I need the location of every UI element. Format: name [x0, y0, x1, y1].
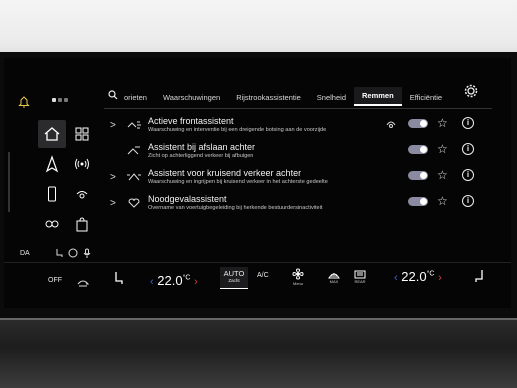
tab-waarschuwingen[interactable]: Waarschuwingen [155, 93, 228, 106]
row-subtitle: Overname van voertuigbegeleiding bij her… [148, 205, 323, 211]
seat-icon [54, 248, 64, 260]
tab-bar: orieten Waarschuwingen Rijstrookassisten… [104, 86, 486, 106]
language-indicator: DA [20, 250, 30, 257]
rail-divider [8, 152, 10, 212]
vehicle-button[interactable] [68, 180, 96, 208]
list-item[interactable]: Assistent bij afslaan achter Zicht op ac… [104, 141, 492, 166]
row-subtitle: Zicht op achterliggend verkeer bij afbui… [148, 153, 254, 159]
star-icon[interactable]: ☆ [437, 194, 448, 208]
row-title: Assistent bij afslaan achter [148, 142, 256, 152]
tab-snelheid[interactable]: Snelheid [309, 93, 354, 106]
navigation-arrow-icon [45, 155, 59, 173]
max-label[interactable]: MAX [324, 279, 344, 284]
grid-icon [75, 127, 89, 141]
emergency-assist-icon [128, 198, 140, 208]
auto-active-bar [220, 287, 248, 289]
info-icon[interactable]: i [462, 117, 474, 129]
row-title: Noodgevalassistent [148, 194, 227, 204]
enable-toggle[interactable] [408, 197, 428, 206]
seat-heating-right-icon[interactable] [474, 269, 486, 288]
navigation-button[interactable] [38, 150, 66, 178]
enable-toggle[interactable] [408, 119, 428, 128]
enable-toggle[interactable] [408, 145, 428, 154]
temp-up-left[interactable]: › [194, 276, 198, 288]
temp-unit-right: °C [426, 270, 435, 278]
chevron-right-icon[interactable]: > [110, 198, 116, 209]
auto-sub-label: Zacht [228, 278, 240, 283]
page-dots [52, 98, 68, 102]
climate-off-button[interactable]: OFF [48, 277, 62, 284]
radio-button[interactable] [68, 150, 96, 178]
gear-icon[interactable] [464, 84, 478, 98]
tab-orieten[interactable]: orieten [122, 93, 155, 106]
home-icon [44, 127, 60, 141]
apps-button[interactable] [68, 120, 96, 148]
dashboard-trim [0, 320, 517, 388]
right-temperature[interactable]: ‹ 22.0°C › [394, 269, 442, 284]
temp-down-left[interactable]: ‹ [150, 276, 154, 288]
tab-remmen[interactable]: Remmen [354, 87, 402, 106]
temp-down-right[interactable]: ‹ [394, 272, 398, 284]
row-title: Assistent voor kruisend verkeer achter [148, 168, 302, 178]
list-item[interactable]: > Noodgevalassistent Overname van voertu… [104, 193, 492, 218]
media-icon [45, 220, 59, 228]
row-subtitle: Waarschuwing en ingrijpen bij kruisend v… [148, 179, 328, 185]
row-subtitle: Waarschuwing en interventie bij een drei… [148, 127, 327, 133]
chevron-right-icon[interactable]: > [110, 120, 116, 131]
tab-rijstrookassistentie[interactable]: Rijstrookassistentie [228, 93, 309, 106]
phone-button[interactable] [38, 180, 66, 208]
star-icon[interactable]: ☆ [437, 116, 448, 130]
notification-icon[interactable] [18, 95, 30, 108]
infotainment-screen: orieten Waarschuwingen Rijstrookassisten… [4, 58, 511, 308]
steering-icon [68, 248, 78, 260]
menu-label[interactable]: Menu [288, 281, 308, 286]
front-assist-icon [127, 121, 141, 129]
auto-label: AUTO [223, 269, 245, 278]
microphone-icon[interactable] [82, 248, 92, 260]
info-icon[interactable]: i [462, 169, 474, 181]
climate-bar: OFF ‹ 22.0°C › AUTO Zacht A/C Menu MAX R… [4, 262, 511, 291]
settings-list: > Actieve frontassistent Waarschuwing en… [104, 108, 492, 259]
cross-traffic-icon [127, 173, 141, 181]
temp-up-right[interactable]: › [438, 272, 442, 284]
chevron-right-icon[interactable]: > [110, 172, 116, 183]
home-button[interactable] [38, 120, 66, 148]
status-strip: DA [20, 248, 100, 262]
vehicle-settings-icon [76, 191, 88, 199]
row-title: Actieve frontassistent [148, 116, 234, 126]
info-icon[interactable]: i [462, 143, 474, 155]
left-temperature[interactable]: ‹ 22.0°C › [150, 273, 198, 288]
sensor-icon [386, 121, 396, 128]
auto-button[interactable]: AUTO Zacht [220, 267, 248, 289]
star-icon[interactable]: ☆ [437, 142, 448, 156]
seat-heating-left-icon[interactable] [112, 271, 124, 290]
recirculation-icon[interactable] [76, 275, 90, 293]
right-temp-value: 22.0 [401, 269, 427, 284]
broadcast-icon [75, 158, 89, 170]
list-item[interactable]: > Actieve frontassistent Waarschuwing en… [104, 115, 492, 140]
enable-toggle[interactable] [408, 171, 428, 180]
bag-icon [76, 217, 88, 232]
media-button[interactable] [38, 210, 66, 238]
temp-unit-left: °C [182, 274, 191, 282]
tab-efficientie[interactable]: Efficiëntie [402, 93, 450, 106]
search-icon[interactable] [104, 90, 122, 106]
turn-assist-icon [127, 146, 140, 155]
star-icon[interactable]: ☆ [437, 168, 448, 182]
phone-icon [48, 186, 56, 202]
rear-label[interactable]: REAR [350, 279, 370, 284]
list-item[interactable]: > Assistent voor kruisend verkeer achter… [104, 167, 492, 192]
store-button[interactable] [68, 210, 96, 238]
left-temp-value: 22.0 [157, 273, 183, 288]
info-icon[interactable]: i [462, 195, 474, 207]
ac-button[interactable]: A/C [257, 272, 269, 279]
